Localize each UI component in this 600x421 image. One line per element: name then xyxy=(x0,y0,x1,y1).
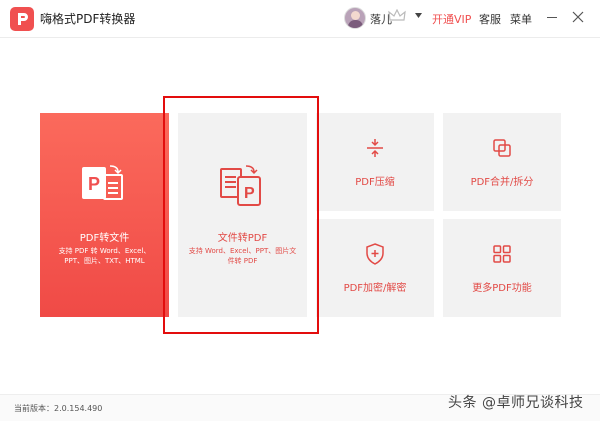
shield-plus-icon xyxy=(366,243,384,265)
menu-button[interactable]: 菜单 xyxy=(510,11,532,27)
highlight-box xyxy=(163,96,319,334)
pdf-to-file-tile[interactable]: P PDF转文件 支持 PDF 转 Word、Excel、 PPT、图片、TXT… xyxy=(40,113,169,317)
more-pdf-tile[interactable]: 更多PDF功能 xyxy=(443,219,561,317)
pdf-compress-label: PDF压缩 xyxy=(355,177,395,188)
pdf-encrypt-tile[interactable]: PDF加密/解密 xyxy=(316,219,434,317)
watermark-text: 头条 @卓师兄谈科技 xyxy=(448,395,584,411)
avatar[interactable] xyxy=(344,7,366,29)
version-text: 当前版本：2.0.154.490 xyxy=(14,404,103,413)
more-pdf-label: 更多PDF功能 xyxy=(472,283,532,294)
merge-split-icon xyxy=(493,139,511,157)
svg-text:P: P xyxy=(88,174,100,194)
grid-icon xyxy=(493,245,511,263)
app-title: 嗨格式PDF转换器 xyxy=(40,12,136,26)
pdf-to-file-desc-line1: 支持 PDF 转 Word、Excel、 xyxy=(58,247,151,255)
pdf-encrypt-label: PDF加密/解密 xyxy=(343,283,407,294)
close-icon[interactable] xyxy=(572,11,584,23)
title-bar: 嗨格式PDF转换器 落儿 开通VIP 客服 菜单 xyxy=(0,0,600,38)
pdf-compress-tile[interactable]: PDF压缩 xyxy=(316,113,434,211)
pdf-to-file-icon: P xyxy=(82,165,123,200)
app-logo-icon xyxy=(10,7,34,31)
pdf-merge-split-tile[interactable]: PDF合并/拆分 xyxy=(443,113,561,211)
chevron-down-icon[interactable] xyxy=(414,11,423,20)
open-vip-link[interactable]: 开通VIP xyxy=(432,11,471,27)
compress-icon xyxy=(367,139,383,157)
minimize-icon[interactable] xyxy=(547,17,557,18)
pdf-to-file-desc-line2: PPT、图片、TXT、HTML xyxy=(64,257,145,265)
pdf-to-file-label: PDF转文件 xyxy=(79,233,130,244)
customer-service-link[interactable]: 客服 xyxy=(479,11,501,27)
pdf-merge-split-label: PDF合并/拆分 xyxy=(470,177,534,188)
crown-icon xyxy=(388,9,406,21)
